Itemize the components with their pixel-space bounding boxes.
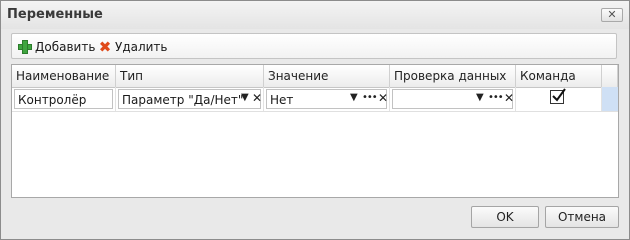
cell-name[interactable]: Контролёр [12,87,116,111]
add-button[interactable]: Добавить [17,38,95,56]
delete-button-label: Удалить [115,40,168,54]
dropdown-arrow-icon[interactable]: ▼ [241,92,249,103]
row-selector[interactable] [602,87,618,111]
cell-validation[interactable]: ▼ ••• ✕ [390,87,516,111]
column-header-name[interactable]: Наименование [12,65,116,87]
value-value: Нет [270,93,294,107]
cell-type[interactable]: Параметр "Да/Нет" ▼ ✕ [116,87,264,111]
grid-header: Наименование Тип Значение Проверка данны… [12,65,618,88]
name-field[interactable]: Контролёр [14,89,113,109]
validation-dropdown[interactable]: ▼ ••• ✕ [392,89,514,109]
column-header-spacer [602,65,618,87]
column-header-type[interactable]: Тип [116,65,264,87]
dropdown-arrow-icon[interactable]: ▼ [350,92,358,103]
value-dropdown[interactable]: Нет ▼ ••• ✕ [266,89,388,109]
add-button-label: Добавить [35,40,96,54]
delete-button[interactable]: ✖ Удалить [97,38,168,56]
checkmark-icon [552,88,566,102]
ellipsis-icon[interactable]: ••• [488,92,504,103]
plus-icon [17,39,33,55]
dialog-window: Переменные ✕ Добавить ✖ Удалить Наименов… [0,0,630,240]
title-bar: Переменные ✕ [1,1,629,29]
table-row[interactable]: Контролёр Параметр "Да/Нет" ▼ ✕ Нет ▼ ••… [12,87,618,112]
column-header-value[interactable]: Значение [264,65,390,87]
dropdown-arrow-icon[interactable]: ▼ [476,92,484,103]
column-header-command[interactable]: Команда [516,65,602,87]
cell-command[interactable] [516,87,602,111]
type-value: Параметр "Да/Нет" [122,93,244,107]
window-title: Переменные [7,7,103,22]
cell-value[interactable]: Нет ▼ ••• ✕ [264,87,390,111]
command-checkbox[interactable] [550,88,566,104]
toolbar: Добавить ✖ Удалить [11,33,617,59]
close-button[interactable]: ✕ [601,8,623,22]
x-icon: ✖ [98,38,112,56]
name-value: Контролёр [18,93,87,107]
clear-icon[interactable]: ✕ [504,91,514,105]
cancel-button[interactable]: Отмена [545,206,619,228]
type-dropdown[interactable]: Параметр "Да/Нет" ▼ ✕ [118,89,262,109]
column-header-validation[interactable]: Проверка данных [390,65,516,87]
clear-icon[interactable]: ✕ [252,91,262,105]
ellipsis-icon[interactable]: ••• [362,92,378,103]
clear-icon[interactable]: ✕ [378,91,388,105]
variables-grid: Наименование Тип Значение Проверка данны… [11,64,619,198]
ok-button[interactable]: OK [471,206,539,228]
